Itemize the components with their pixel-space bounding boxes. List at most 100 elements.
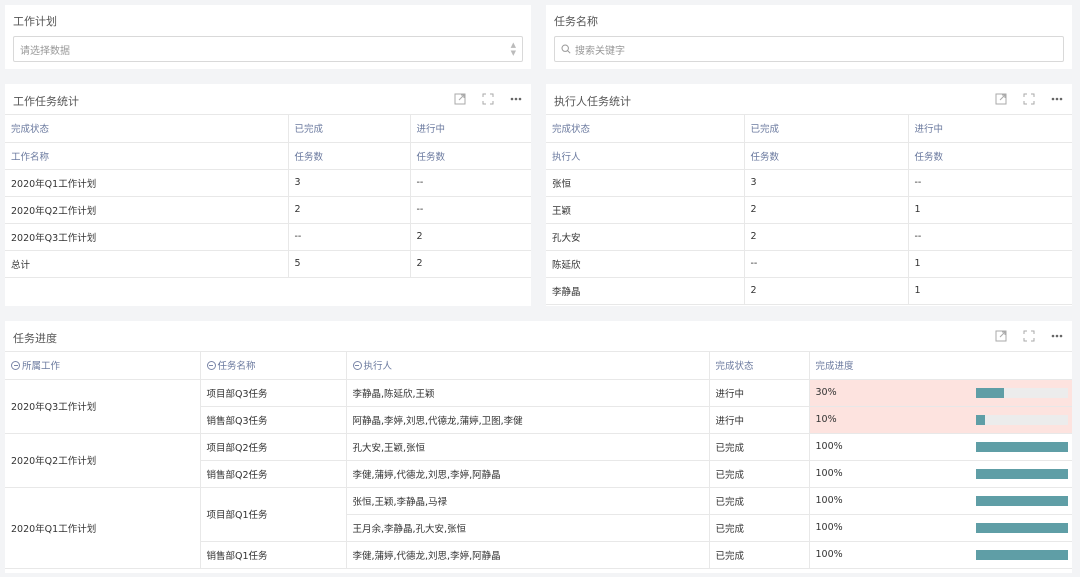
- collapse-icon[interactable]: [206, 361, 216, 371]
- cell: 1: [908, 250, 1072, 278]
- task-name-search-input[interactable]: 搜索关键字: [554, 36, 1064, 62]
- header-cell-work[interactable]: 所属工作: [5, 352, 201, 380]
- cell: 项目部Q1任务: [200, 487, 347, 542]
- progress-bar-fill: [976, 387, 1004, 398]
- export-icon[interactable]: [994, 92, 1008, 106]
- collapse-icon[interactable]: [11, 361, 20, 371]
- progress-panel: 任务进度 所属工作 任务名称 执行人 完成状态 完成进度 2020年Q3工作计划…: [5, 321, 1072, 573]
- header-cell: 完成状态: [546, 115, 745, 143]
- cell: 李健,蒲婷,代德龙,刘思,李婷,阿静晶: [346, 541, 710, 569]
- table-row: 2020年Q1工作计划 3 --: [5, 169, 531, 197]
- progress-bar: [976, 468, 1068, 479]
- cell: --: [744, 250, 909, 278]
- table-row: 张恒 3 --: [546, 169, 1072, 197]
- progress-bar-fill: [976, 414, 986, 425]
- group-cell: 2020年Q3工作计划: [5, 379, 201, 434]
- header-cell: 任务数: [288, 142, 411, 170]
- cell: 李静晶: [546, 277, 745, 305]
- cell: 5: [288, 250, 411, 278]
- group-cell: 2020年Q2工作计划: [5, 433, 201, 488]
- cell: 陈延欣: [546, 250, 745, 278]
- fullscreen-icon[interactable]: [481, 92, 495, 106]
- cell: 2: [410, 250, 531, 278]
- cell: 王颖: [546, 196, 745, 224]
- header-cell-task[interactable]: 任务名称: [200, 352, 347, 380]
- collapse-icon[interactable]: [352, 361, 362, 371]
- cell: 已完成: [709, 433, 810, 461]
- progress-cell: 100%: [809, 433, 1072, 461]
- cell: 进行中: [709, 379, 810, 407]
- group-cell: 2020年Q1工作计划: [5, 487, 201, 569]
- fullscreen-icon[interactable]: [1022, 92, 1036, 106]
- header-cell: 已完成: [288, 115, 411, 143]
- cell: 3: [744, 169, 909, 197]
- cell: 孔大安: [546, 223, 745, 251]
- work-plan-label: 工作计划: [13, 15, 57, 28]
- table-row: 2020年Q2工作计划 2 --: [5, 196, 531, 224]
- progress-pct: 100%: [815, 522, 843, 533]
- progress-bar-fill: [976, 522, 1068, 533]
- cell: 销售部Q2任务: [200, 460, 347, 488]
- cell: 项目部Q3任务: [200, 379, 347, 407]
- work-plan-placeholder: 请选择数据: [20, 45, 70, 57]
- progress-cell: 100%: [809, 541, 1072, 569]
- cell: 销售部Q3任务: [200, 406, 347, 434]
- work-stats-table: 完成状态 已完成 进行中 工作名称 任务数 任务数 2020年Q1工作计划 3 --…: [5, 115, 531, 278]
- header-label: 任务名称: [217, 361, 256, 373]
- assignee-stats-header: 执行人任务统计: [546, 84, 1072, 115]
- header-label: 执行人: [363, 361, 393, 373]
- cell: 2: [744, 223, 909, 251]
- export-icon[interactable]: [994, 329, 1008, 343]
- search-icon: [561, 44, 571, 54]
- cell: 李健,蒲婷,代德龙,刘思,李婷,阿静晶: [346, 460, 710, 488]
- header-cell: 进行中: [908, 115, 1072, 143]
- progress-bar: [976, 414, 1068, 425]
- assignee-stats-title: 执行人任务统计: [554, 95, 631, 108]
- table-header-row: 所属工作 任务名称 执行人 完成状态 完成进度: [5, 352, 1072, 380]
- progress-title: 任务进度: [13, 332, 57, 345]
- header-cell: 已完成: [744, 115, 909, 143]
- cell: 已完成: [709, 541, 810, 569]
- header-cell-progress: 完成进度: [809, 352, 1072, 380]
- cell: 阿静晶,李婷,刘思,代德龙,蒲婷,卫图,李健: [346, 406, 710, 434]
- work-plan-select[interactable]: 请选择数据 ▲ ▼: [13, 36, 523, 62]
- cell: 进行中: [709, 406, 810, 434]
- table-row: 王颖 2 1: [546, 196, 1072, 224]
- progress-table: 所属工作 任务名称 执行人 完成状态 完成进度 2020年Q3工作计划 项目部Q…: [5, 352, 1072, 569]
- cell: 2: [744, 277, 909, 305]
- cell: --: [908, 169, 1072, 197]
- progress-pct: 30%: [815, 387, 837, 398]
- header-cell-status: 完成状态: [709, 352, 810, 380]
- more-icon[interactable]: [509, 92, 523, 106]
- fullscreen-icon[interactable]: [1022, 329, 1036, 343]
- filter-work-plan: 工作计划 请选择数据 ▲ ▼: [5, 5, 531, 69]
- cell: 2020年Q2工作计划: [5, 196, 289, 224]
- header-cell-people[interactable]: 执行人: [346, 352, 710, 380]
- more-icon[interactable]: [1050, 92, 1064, 106]
- progress-bar: [976, 387, 1068, 398]
- cell: 已完成: [709, 487, 810, 515]
- cell: --: [410, 196, 531, 224]
- header-cell: 工作名称: [5, 142, 289, 170]
- progress-cell: 100%: [809, 487, 1072, 515]
- table-row: 2020年Q1工作计划 项目部Q1任务 张恒,王颖,李静晶,马禄 已完成 100…: [5, 487, 1072, 569]
- header-cell: 任务数: [744, 142, 909, 170]
- table-row: 2020年Q2工作计划 项目部Q2任务 孔大安,王颖,张恒 已完成 100%: [5, 433, 1072, 488]
- cell: 项目部Q2任务: [200, 433, 347, 461]
- header-cell: 进行中: [410, 115, 531, 143]
- progress-header: 任务进度: [5, 321, 1072, 352]
- cell: 张恒,王颖,李静晶,马禄: [346, 487, 710, 515]
- progress-bar-fill: [976, 495, 1068, 506]
- table-header-row: 工作名称 任务数 任务数: [5, 142, 531, 170]
- cell: 2: [744, 196, 909, 224]
- table-header-row: 完成状态 已完成 进行中: [546, 115, 1072, 143]
- progress-cell: 100%: [809, 514, 1072, 542]
- assignee-stats-panel: 执行人任务统计 完成状态 已完成 进行中 执行人 任务数 任务数 张恒 3 -- 王…: [546, 84, 1072, 306]
- export-icon[interactable]: [453, 92, 467, 106]
- progress-pct: 100%: [815, 441, 843, 452]
- cell: 张恒: [546, 169, 745, 197]
- table-row: 2020年Q3工作计划 项目部Q3任务 李静晶,陈延欣,王颖 进行中 30%: [5, 379, 1072, 434]
- header-cell: 执行人: [546, 142, 745, 170]
- cell: 已完成: [709, 460, 810, 488]
- more-icon[interactable]: [1050, 329, 1064, 343]
